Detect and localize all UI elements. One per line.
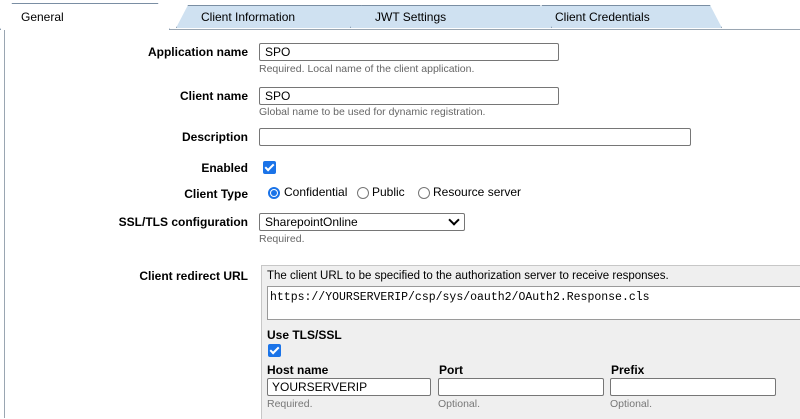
tab-client-credentials[interactable]: Client Credentials (530, 5, 722, 28)
chevron-down-icon (448, 214, 460, 226)
application-name-input[interactable]: SPO (259, 43, 559, 61)
description-label: Description (181, 130, 248, 144)
radio-resource-server[interactable] (418, 187, 430, 199)
host-name-input[interactable]: YOURSERVERIP (267, 378, 431, 396)
tab-jwt-settings-label: JWT Settings (375, 10, 447, 24)
client-name-hint: Global name to be used for dynamic regis… (259, 106, 486, 118)
use-tls-checkbox[interactable] (268, 344, 281, 357)
redirect-url-field[interactable]: https://YOURSERVERIP/csp/sys/oauth2/OAut… (267, 286, 800, 320)
tab-general-label: General (21, 10, 64, 24)
prefix-input[interactable] (610, 378, 776, 396)
host-name-label: Host name (267, 363, 329, 377)
host-name-hint: Required. (267, 398, 313, 410)
radio-public-label: Public (372, 185, 405, 199)
enabled-checkbox[interactable] (263, 161, 276, 174)
client-redirect-url-label: Client redirect URL (139, 269, 248, 283)
application-name-label: Application name (147, 45, 248, 59)
radio-confidential-label: Confidential (284, 185, 348, 199)
radio-confidential[interactable] (268, 187, 280, 199)
tab-client-credentials-label: Client Credentials (555, 10, 650, 24)
ssl-tls-hint: Required. (259, 233, 305, 245)
tab-client-information[interactable]: Client Information (176, 5, 374, 28)
tab-jwt-settings[interactable]: JWT Settings (350, 5, 552, 28)
enabled-label: Enabled (201, 161, 248, 175)
ssl-tls-label: SSL/TLS configuration (118, 215, 248, 229)
radio-resource-server-label: Resource server (433, 185, 522, 199)
port-input[interactable] (438, 378, 604, 396)
prefix-hint: Optional. (610, 398, 653, 410)
application-name-hint: Required. Local name of the client appli… (259, 63, 475, 75)
tab-general[interactable]: General (0, 3, 170, 30)
redirect-url-description: The client URL to be specified to the au… (267, 270, 669, 282)
port-hint: Optional. (438, 398, 481, 410)
client-name-input[interactable]: SPO (259, 87, 559, 105)
prefix-label: Prefix (611, 363, 645, 377)
ssl-tls-select[interactable]: SharepointOnline (259, 213, 465, 231)
description-input[interactable] (259, 128, 691, 146)
tab-client-information-label: Client Information (201, 10, 296, 24)
use-tls-label: Use TLS/SSL (267, 328, 342, 342)
tab-bar: General Client Information JWT Settings … (0, 0, 800, 30)
ssl-tls-select-value: SharepointOnline (265, 215, 358, 229)
port-label: Port (439, 363, 463, 377)
client-type-label: Client Type (184, 187, 248, 201)
client-name-label: Client name (179, 89, 248, 103)
radio-public[interactable] (357, 187, 369, 199)
